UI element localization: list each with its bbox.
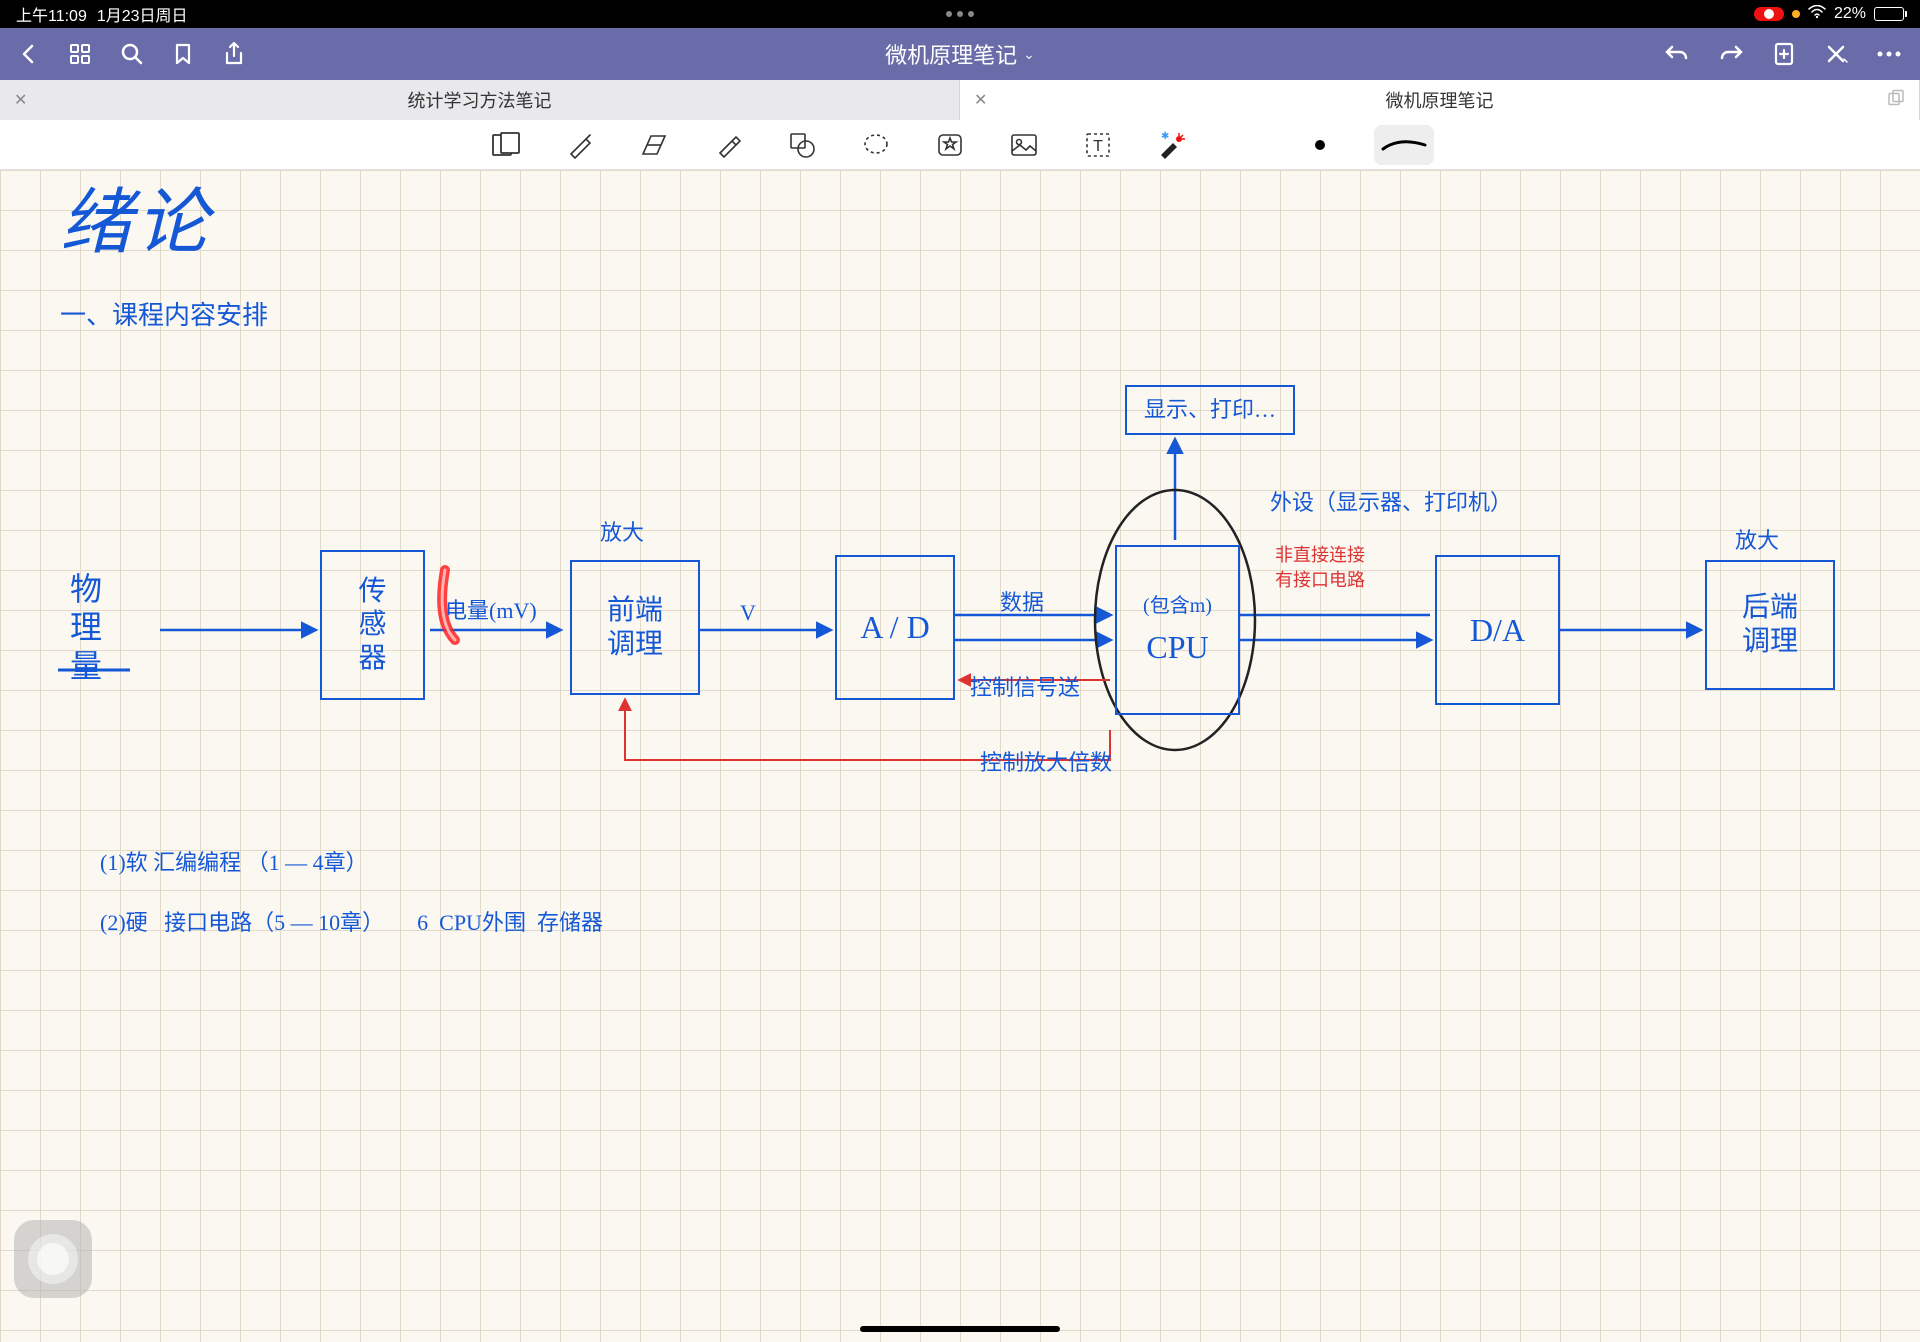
label-ctrl-gain: 控制放大倍数 <box>980 750 1112 776</box>
screen-recording-pill[interactable] <box>1754 7 1784 21</box>
close-icon[interactable]: ✕ <box>974 90 987 110</box>
svg-text:✱: ✱ <box>1161 131 1169 142</box>
highlighter-tool-icon[interactable] <box>708 125 748 165</box>
node-backend: 后端 调理 <box>1705 560 1835 690</box>
drawing-toolbar: T ✱ <box>0 120 1920 170</box>
redo-icon[interactable] <box>1718 43 1744 65</box>
document-title-text: 微机原理笔记 <box>885 38 1017 70</box>
more-icon[interactable] <box>1876 50 1902 58</box>
status-bar: 上午11:09 1月23日周日 22% <box>0 0 1920 28</box>
label-amp: 放大 <box>600 520 644 546</box>
tab-label: 微机原理笔记 <box>1386 87 1494 113</box>
close-icon[interactable]: ✕ <box>14 90 27 110</box>
pen-tool-icon[interactable] <box>560 125 600 165</box>
note-title: 绪论 <box>60 180 212 266</box>
tab-label: 统计学习方法笔记 <box>408 87 552 113</box>
bookmark-icon[interactable] <box>172 42 194 66</box>
search-icon[interactable] <box>120 42 144 66</box>
note-line-1: (1)软 汇编编程 （1 — 4章） <box>100 850 368 876</box>
note-line-2: (2)硬 接口电路（5 — 10章） 6 CPU外围 存储器 <box>100 910 603 936</box>
chevron-down-icon: ⌄ <box>1023 46 1035 63</box>
shape-tool-icon[interactable] <box>782 125 822 165</box>
image-tool-icon[interactable] <box>1004 125 1044 165</box>
label-peripherals: 外设（显示器、打印机） <box>1270 490 1512 516</box>
note-canvas[interactable]: 绪论 一、课程内容安排 物 理 量 传 感 器 电量(mV) 放大 前端 调理 … <box>0 170 1920 1342</box>
label-back-amp: 放大 <box>1735 528 1779 554</box>
color-picker[interactable] <box>1300 125 1340 165</box>
tab-active[interactable]: ✕ 微机原理笔记 <box>960 80 1920 120</box>
lasso-tool-icon[interactable] <box>856 125 896 165</box>
label-direct2: 有接口电路 <box>1275 570 1365 592</box>
wifi-indicator <box>1792 10 1800 18</box>
cpu-subnote: (包含m) <box>1143 594 1212 618</box>
label-ctrl-signal: 控制信号送 <box>970 675 1080 701</box>
add-page-icon[interactable] <box>1772 41 1796 67</box>
share-icon[interactable] <box>222 41 246 67</box>
wifi-icon <box>1808 5 1826 24</box>
home-indicator[interactable] <box>860 1326 1060 1332</box>
node-display: 显示、打印… <box>1125 385 1295 435</box>
tab-strip: ✕ 统计学习方法笔记 ✕ 微机原理笔记 <box>0 80 1920 120</box>
label-front-out: V <box>740 600 756 626</box>
grid-icon[interactable] <box>68 42 92 66</box>
battery-icon <box>1874 7 1904 21</box>
multitask-dots[interactable] <box>946 11 974 17</box>
close-edit-icon[interactable] <box>1824 42 1848 66</box>
document-title[interactable]: 微机原理笔记 ⌄ <box>885 38 1035 70</box>
label-ad-out: 数据 <box>1000 590 1044 616</box>
node-sensor: 传 感 器 <box>320 550 425 700</box>
duplicate-tab-icon[interactable] <box>1887 89 1905 112</box>
node-da: D/A <box>1435 555 1560 705</box>
text-tool-icon[interactable]: T <box>1078 125 1118 165</box>
label-sensor-out: 电量(mV) <box>445 598 537 624</box>
sticker-tool-icon[interactable] <box>930 125 970 165</box>
eraser-tool-icon[interactable] <box>634 125 674 165</box>
node-physical: 物 理 量 <box>70 570 102 685</box>
section-heading: 一、课程内容安排 <box>60 300 268 331</box>
label-direct1: 非直接连接 <box>1275 545 1365 567</box>
laser-tool-icon[interactable]: ✱ <box>1152 125 1192 165</box>
status-date: 1月23日周日 <box>97 2 188 26</box>
assistive-touch[interactable] <box>14 1220 92 1298</box>
stroke-style-picker[interactable] <box>1374 125 1434 165</box>
ink-layer <box>0 170 1920 1342</box>
node-frontend: 前端 调理 <box>570 560 700 695</box>
node-cpu: (包含m) CPU <box>1115 545 1240 715</box>
status-time: 上午11:09 <box>16 2 87 26</box>
back-icon[interactable] <box>18 43 40 65</box>
page-tool-icon[interactable] <box>486 125 526 165</box>
cpu-label: CPU <box>1146 628 1208 666</box>
battery-percent: 22% <box>1834 5 1866 23</box>
tab-inactive[interactable]: ✕ 统计学习方法笔记 <box>0 80 960 120</box>
node-ad: A / D <box>835 555 955 700</box>
app-toolbar: 微机原理笔记 ⌄ <box>0 28 1920 80</box>
undo-icon[interactable] <box>1664 43 1690 65</box>
svg-text:T: T <box>1093 138 1103 155</box>
